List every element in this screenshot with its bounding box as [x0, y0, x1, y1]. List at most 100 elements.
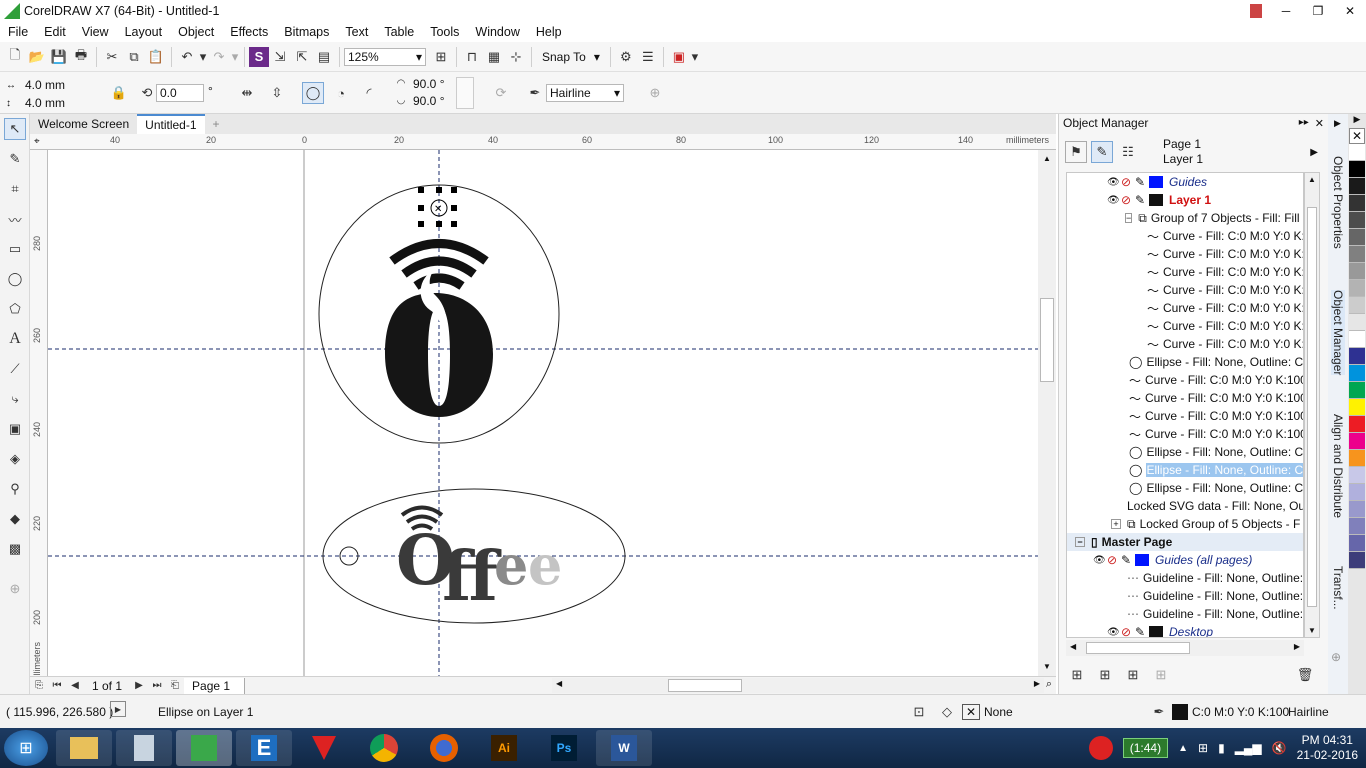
scroll-up-icon[interactable]: ▲: [1308, 175, 1316, 184]
cut-icon[interactable]: ✂: [101, 46, 123, 68]
publish-pdf-icon[interactable]: ▤: [313, 46, 335, 68]
tree-row[interactable]: 〜 Curve - Fill: C:0 M:0 Y:0 K:9: [1067, 263, 1303, 281]
menu-view[interactable]: View: [74, 25, 117, 39]
coreldraw-taskbar-icon[interactable]: [176, 730, 232, 766]
color-swatch[interactable]: [1349, 263, 1365, 280]
drop-shadow-tool-icon[interactable]: ▣: [4, 418, 26, 440]
color-swatch[interactable]: [1349, 144, 1365, 161]
tree-row[interactable]: 〜 Curve - Fill: C:0 M:0 Y:0 K:9: [1067, 317, 1303, 335]
tree-row[interactable]: 〜 Curve - Fill: C:0 M:0 Y:0 K:9: [1067, 227, 1303, 245]
drawing-artwork[interactable]: ✕ O ff e e: [48, 150, 1038, 676]
zoom-level-select[interactable]: 125% ▾: [344, 47, 426, 66]
smart-fill-tool-icon[interactable]: ▩: [4, 538, 26, 560]
drawing-canvas[interactable]: ✕ O ff e e: [48, 150, 1038, 676]
edit-pencil-icon[interactable]: ✎: [1135, 625, 1149, 637]
tree-row[interactable]: 👁 ⊘ ✎ Desktop: [1067, 623, 1303, 638]
tree-vertical-scrollbar[interactable]: ▲ ▼: [1304, 172, 1320, 638]
change-direction-icon[interactable]: ⟳: [490, 82, 512, 104]
menu-object[interactable]: Object: [170, 25, 222, 39]
tab-object-properties[interactable]: Object Properties: [1331, 156, 1345, 249]
offee-letters-ff[interactable]: ff: [442, 537, 502, 617]
show-rulers-icon[interactable]: ⊓: [461, 46, 483, 68]
last-page-icon[interactable]: ⏭: [148, 678, 166, 694]
add-page-icon[interactable]: ⎗: [166, 678, 184, 694]
save-icon[interactable]: 💾: [48, 46, 70, 68]
color-swatch[interactable]: [1349, 501, 1365, 518]
visibility-eye-icon[interactable]: 👁: [1093, 555, 1107, 566]
vertical-ruler[interactable]: 280 260 240 220 200 millimeters: [30, 150, 48, 685]
color-swatch[interactable]: [1349, 280, 1365, 297]
launch-icon[interactable]: ▣: [668, 46, 690, 68]
show-grid-icon[interactable]: ▦: [483, 46, 505, 68]
import-icon[interactable]: ⇲: [269, 46, 291, 68]
lock-ratio-icon[interactable]: 🔒: [108, 82, 130, 104]
shape-tool-icon[interactable]: ✎: [4, 148, 26, 170]
menu-text[interactable]: Text: [337, 25, 376, 39]
mirror-vertical-icon[interactable]: ⇳: [266, 82, 288, 104]
print-disabled-icon[interactable]: ⊘: [1121, 175, 1135, 189]
edit-pencil-icon[interactable]: ✎: [1135, 193, 1149, 207]
tab-object-manager[interactable]: Object Manager: [1331, 290, 1345, 376]
tab-welcome-screen[interactable]: Welcome Screen: [30, 114, 138, 134]
color-swatch[interactable]: [1349, 195, 1365, 212]
search-content-icon[interactable]: S: [249, 46, 269, 67]
application-launcher-icon[interactable]: ☰: [637, 46, 659, 68]
color-swatch[interactable]: [1349, 433, 1365, 450]
expand-collapse-icon[interactable]: −: [1075, 537, 1085, 547]
interactive-fill-tool-icon[interactable]: ◆: [4, 508, 26, 530]
e-app-icon[interactable]: E: [236, 730, 292, 766]
add-preset-icon[interactable]: ⊕: [644, 82, 666, 104]
color-swatch[interactable]: [1349, 484, 1365, 501]
chrome-icon[interactable]: [356, 730, 412, 766]
previous-page-icon[interactable]: ◀: [66, 678, 84, 694]
offee-letter-e2[interactable]: e: [528, 533, 562, 597]
tab-untitled-1[interactable]: Untitled-1: [137, 114, 205, 134]
print-disabled-icon[interactable]: ⊘: [1121, 193, 1135, 207]
photoshop-icon[interactable]: Ps: [536, 730, 592, 766]
illustrator-icon[interactable]: Ai: [476, 730, 532, 766]
scroll-thumb[interactable]: [668, 679, 742, 692]
copy-icon[interactable]: ⧉: [123, 46, 145, 68]
connector-tool-icon[interactable]: ⤷: [4, 388, 26, 410]
notification-app-icon[interactable]: [1088, 736, 1113, 760]
tab-align-distribute[interactable]: Align and Distribute: [1331, 414, 1345, 518]
no-color-swatch[interactable]: ✕: [1349, 128, 1365, 144]
tab-transformations[interactable]: Transf...: [1331, 566, 1345, 610]
rotation-icon[interactable]: ⟲: [136, 82, 158, 104]
color-swatch[interactable]: [1349, 348, 1365, 365]
show-hidden-icons-icon[interactable]: ▲: [1178, 743, 1188, 754]
status-menu-icon[interactable]: ▶: [110, 701, 126, 717]
outline-color-swatch[interactable]: [1172, 704, 1188, 720]
close-button[interactable]: ✕: [1334, 0, 1366, 22]
color-swatch[interactable]: [1349, 399, 1365, 416]
color-swatch[interactable]: [1349, 552, 1365, 569]
mirror-horizontal-icon[interactable]: ⇹: [236, 82, 258, 104]
battery-timer-badge[interactable]: (1:44): [1122, 738, 1169, 758]
minimize-button[interactable]: ─: [1270, 0, 1302, 22]
new-layer-icon[interactable]: ⊞: [1066, 664, 1088, 686]
undo-icon[interactable]: ↶: [176, 46, 198, 68]
height-field[interactable]: 4.0 mm: [22, 94, 106, 112]
menu-tools[interactable]: Tools: [422, 25, 467, 39]
redo-dropdown-icon[interactable]: ▾: [230, 46, 240, 68]
page-settings-icon[interactable]: ⎘: [30, 678, 48, 694]
arc-mode-icon[interactable]: ◜: [358, 82, 380, 104]
tree-row[interactable]: ◯ Ellipse - Fill: None, Outline: C:(: [1067, 461, 1303, 479]
launch-dropdown-icon[interactable]: ▾: [690, 46, 700, 68]
print-icon[interactable]: 🖶: [70, 46, 92, 68]
rectangle-tool-icon[interactable]: ▭: [4, 238, 26, 260]
tree-horizontal-scrollbar[interactable]: ◀ ▶: [1066, 640, 1304, 656]
next-page-icon[interactable]: ▶: [130, 678, 148, 694]
horizontal-scrollbar[interactable]: ◀ ▶: [552, 678, 1044, 693]
color-swatch[interactable]: [1349, 535, 1365, 552]
color-swatch[interactable]: [1349, 518, 1365, 535]
layer-color-swatch[interactable]: [1149, 626, 1163, 637]
export-icon[interactable]: ⇱: [291, 46, 313, 68]
visibility-eye-icon[interactable]: 👁: [1107, 627, 1121, 638]
undo-dropdown-icon[interactable]: ▾: [198, 46, 208, 68]
color-swatch[interactable]: [1349, 416, 1365, 433]
tree-row[interactable]: ◯ Ellipse - Fill: None, Outline: C:(: [1067, 443, 1303, 461]
show-guidelines-icon[interactable]: ⊹: [505, 46, 527, 68]
color-swatch[interactable]: [1349, 297, 1365, 314]
firefox-icon[interactable]: [416, 730, 472, 766]
